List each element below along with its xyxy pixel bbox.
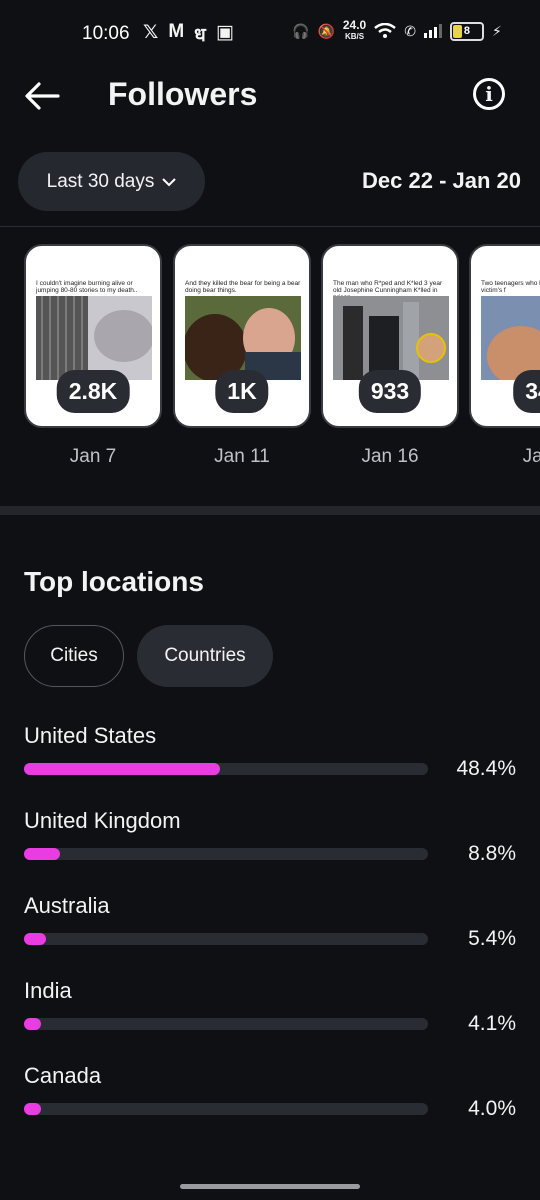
post-date: Jan 16	[361, 446, 419, 467]
location-name: United States	[24, 723, 157, 748]
post-caption: Two teenagers who k*l with car mock vict…	[481, 280, 540, 294]
battery-icon: 8	[449, 21, 484, 41]
tab-countries[interactable]: Countries	[137, 625, 273, 687]
section-title: Top locations	[24, 566, 204, 597]
post-thumbnail	[185, 296, 301, 380]
gmail-icon: M	[168, 21, 185, 42]
post-follower-count: 34	[513, 370, 540, 413]
post-caption: I couldn't imagine burning alive or jump…	[36, 280, 138, 294]
location-percent: 8.8%	[468, 842, 516, 865]
date-range-text: Dec 22 - Jan 20	[362, 168, 521, 193]
location-bar-fill	[24, 763, 220, 775]
location-name: Canada	[24, 1063, 102, 1088]
location-row: United States 48.4%	[24, 723, 516, 780]
location-bar-fill	[24, 1018, 41, 1030]
location-name: United Kingdom	[24, 808, 181, 833]
location-percent: 48.4%	[456, 757, 516, 780]
post-thumbnail	[333, 296, 449, 380]
location-bar-fill	[24, 848, 60, 860]
info-icon[interactable]: i	[473, 78, 505, 110]
post-date: Jan	[522, 446, 540, 467]
date-range-selector-label: Last 30 days	[46, 170, 155, 192]
location-name: Australia	[24, 893, 110, 918]
mute-icon: 🔕	[317, 22, 335, 39]
location-row: Australia 5.4%	[24, 893, 516, 950]
wifi-icon	[374, 23, 397, 38]
x-app-icon: 𝕏	[143, 22, 159, 43]
post-date: Jan 7	[69, 446, 117, 467]
post-thumbnail	[36, 296, 152, 380]
location-percent: 4.0%	[468, 1097, 516, 1120]
location-percent: 5.4%	[468, 927, 516, 950]
section-divider	[0, 506, 540, 515]
tab-cities[interactable]: Cities	[24, 625, 124, 687]
post-thumbnail	[481, 296, 540, 380]
chevron-down-icon	[162, 177, 177, 186]
system-icons: 🎧 🔕 24.0 KB/S ✆ 8 ⚡	[292, 18, 502, 42]
hindi-app-icon: ध	[194, 25, 206, 46]
post-card[interactable]: The man who R*ped and K*led 3 year old J…	[321, 244, 459, 428]
post-card[interactable]: Two teenagers who k*l with car mock vict…	[469, 244, 540, 428]
status-bar: 10:06 𝕏 M ध ▣ 🎧 🔕 24.0 KB/S ✆ 8 ⚡	[0, 0, 540, 60]
network-speed: 24.0 KB/S	[342, 18, 367, 41]
signal-icon	[423, 24, 442, 38]
arrow-left-icon[interactable]	[24, 82, 60, 110]
post-follower-count: 933	[358, 370, 422, 413]
location-bar-track	[24, 1018, 428, 1030]
location-bar-fill	[24, 1103, 41, 1115]
post-follower-count: 1K	[215, 370, 269, 413]
location-name: India	[24, 978, 72, 1003]
location-row: United Kingdom 8.8%	[24, 808, 516, 865]
post-date: Jan 11	[214, 446, 270, 467]
wifi-calling-icon: ✆	[404, 22, 416, 39]
notification-icons: 𝕏 M ध ▣	[143, 21, 234, 47]
charging-icon: ⚡	[491, 22, 502, 39]
post-card[interactable]: I couldn't imagine burning alive or jump…	[24, 244, 162, 428]
divider	[0, 226, 540, 227]
location-percent: 4.1%	[468, 1012, 516, 1035]
location-bar-track	[24, 1103, 428, 1115]
app-notification-icon: ▣	[215, 22, 234, 43]
post-follower-count: 2.8K	[56, 370, 130, 413]
home-indicator[interactable]	[180, 1184, 360, 1189]
location-bar-track	[24, 763, 428, 775]
status-time: 10:06	[82, 23, 130, 44]
location-bar-track	[24, 933, 428, 945]
location-row: India 4.1%	[24, 978, 516, 1035]
page-title: Followers	[108, 76, 258, 112]
location-bar-fill	[24, 933, 46, 945]
location-row: Canada 4.0%	[24, 1063, 516, 1120]
location-bar-track	[24, 848, 428, 860]
post-caption: And they killed the bear for being a bea…	[185, 280, 301, 294]
headphones-icon: 🎧	[292, 22, 310, 39]
posts-carousel[interactable]: I couldn't imagine burning alive or jump…	[0, 244, 540, 474]
date-range-selector[interactable]: Last 30 days	[18, 152, 205, 211]
post-card[interactable]: And they killed the bear for being a bea…	[173, 244, 311, 428]
